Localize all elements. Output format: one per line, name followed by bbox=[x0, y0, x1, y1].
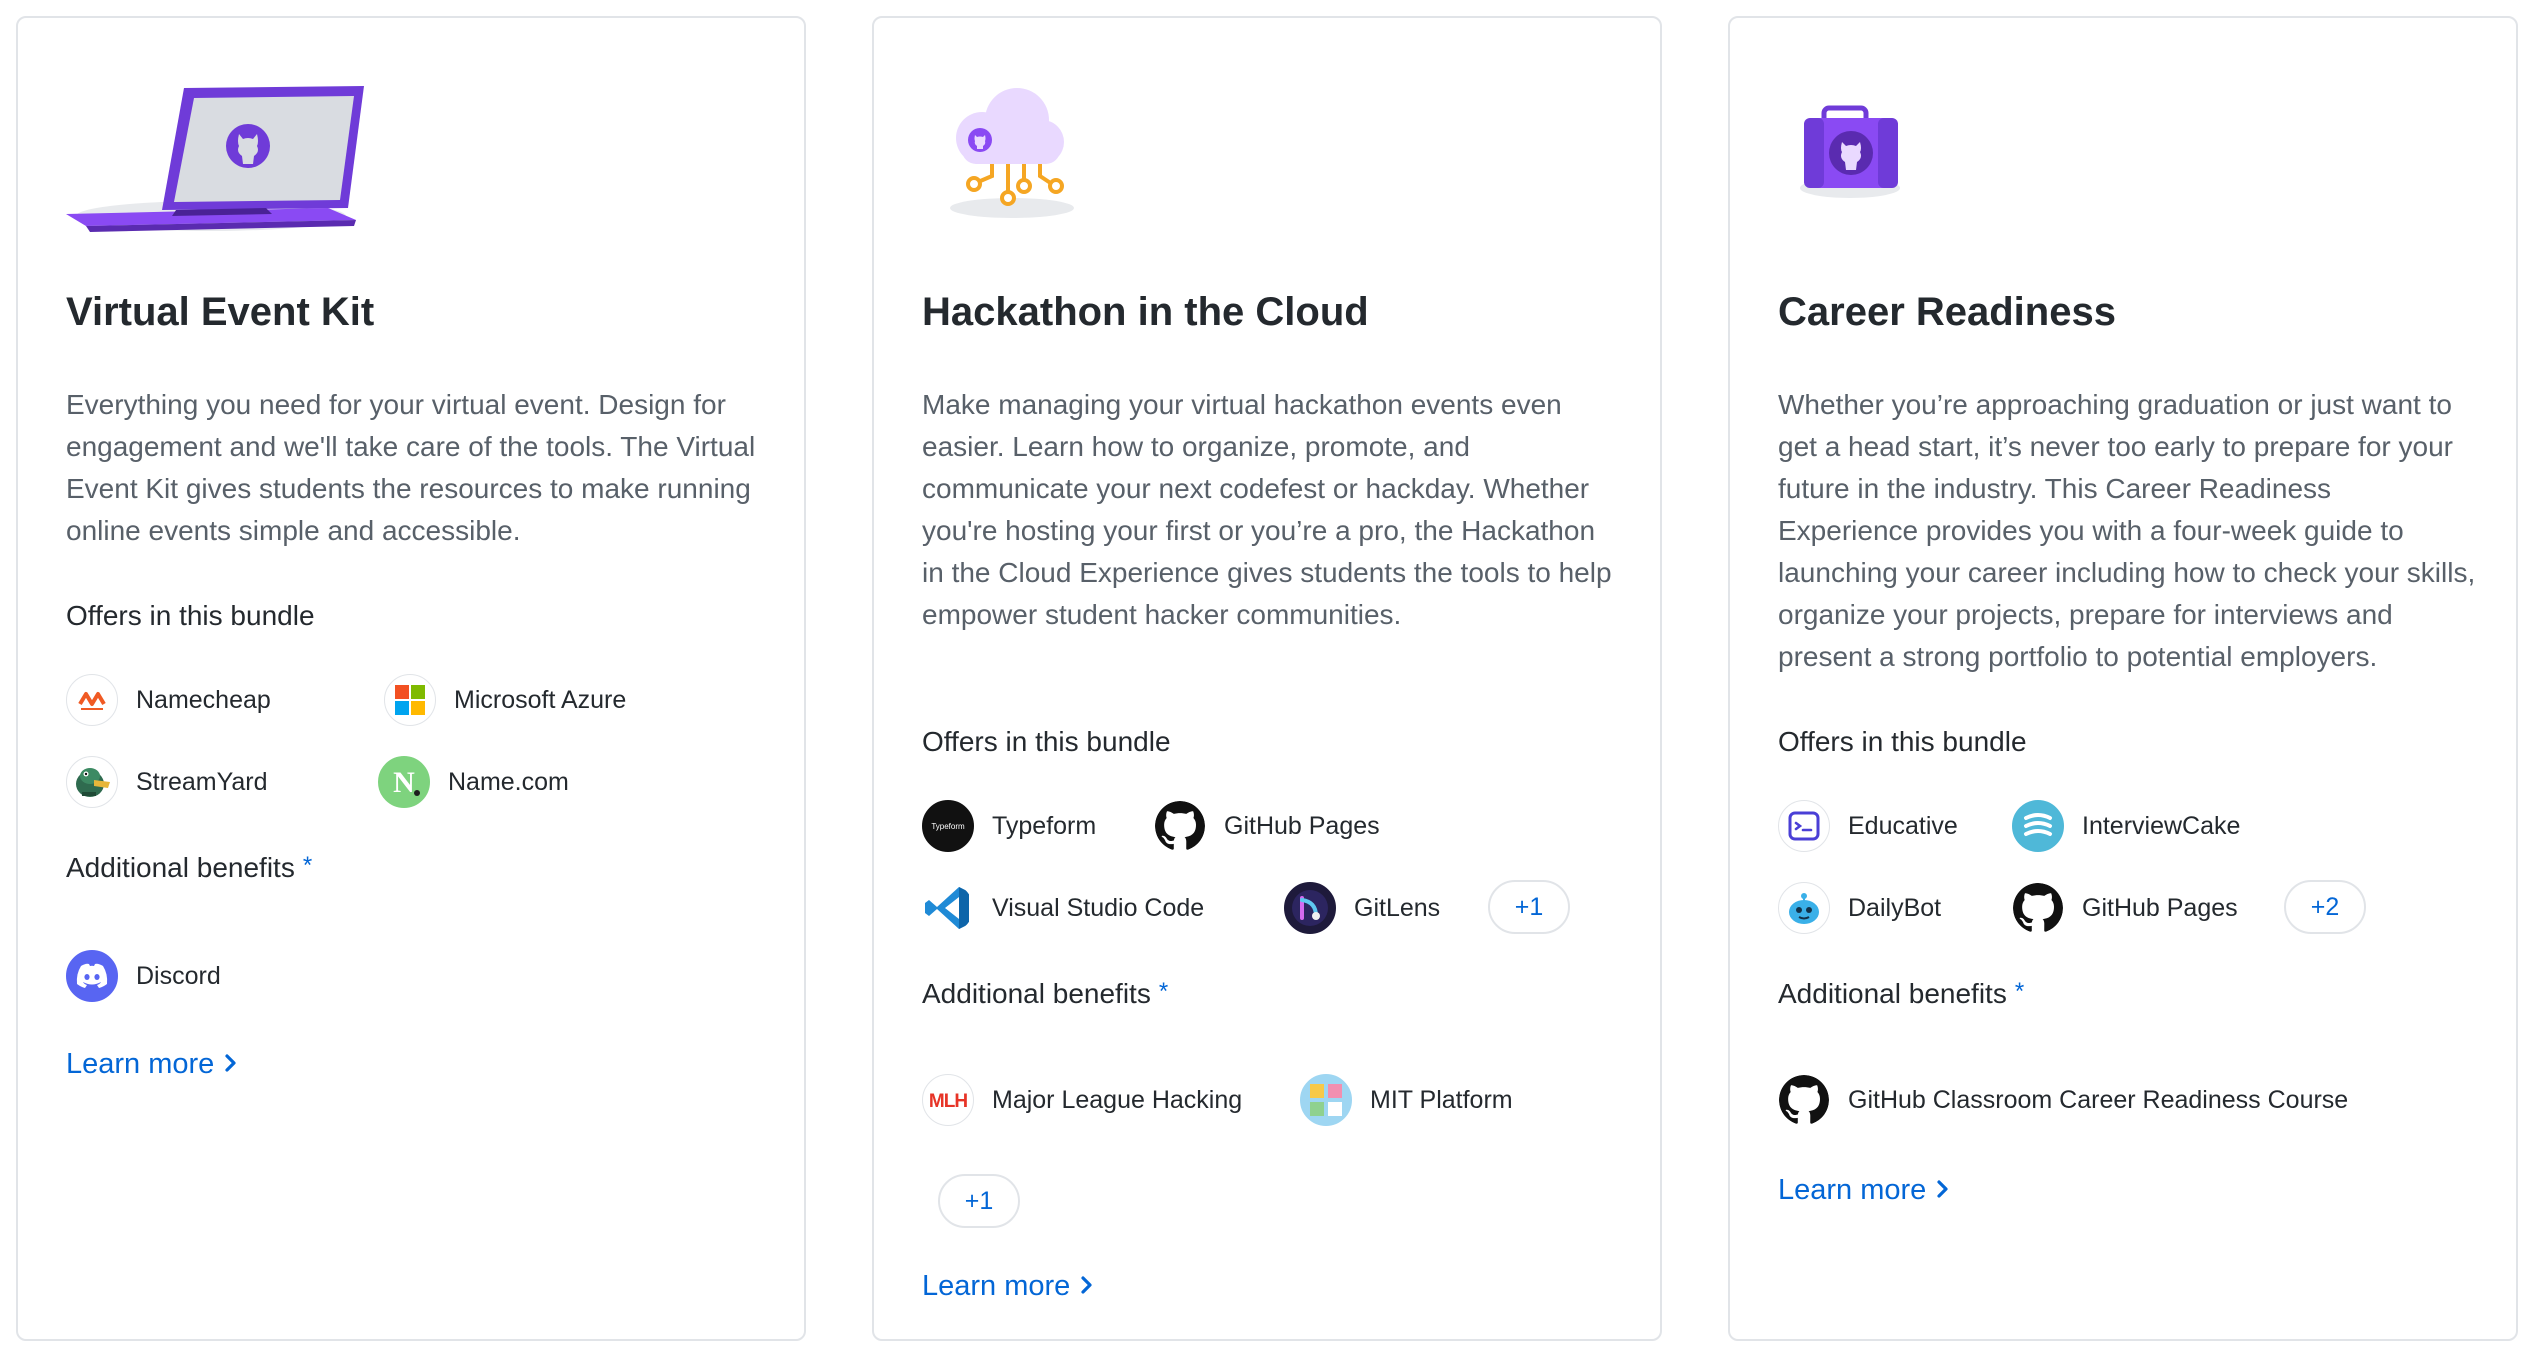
offer-name: GitHub Classroom Career Readiness Course bbox=[1848, 1085, 2349, 1114]
svg-text:N: N bbox=[393, 766, 415, 799]
microsoft-logo-icon bbox=[384, 674, 436, 726]
benefits-label: Additional benefits * bbox=[922, 978, 1168, 1010]
offer-name: GitLens bbox=[1354, 893, 1441, 922]
benefits-asterisk: * bbox=[1158, 978, 1169, 1005]
offer-interviewcake[interactable]: InterviewCake bbox=[2012, 798, 2240, 854]
offer-name: Discord bbox=[136, 961, 221, 990]
interviewcake-logo-icon bbox=[2012, 800, 2064, 852]
benefits-asterisk: * bbox=[2014, 978, 2025, 1005]
offer-name: GitHub Pages bbox=[1224, 811, 1380, 840]
namecom-logo-icon: N bbox=[378, 756, 430, 808]
learn-more-text: Learn more bbox=[1778, 1174, 1927, 1206]
discord-logo-icon bbox=[66, 950, 118, 1002]
cloud-illustration bbox=[922, 58, 1222, 238]
card-description: Make managing your virtual hackathon eve… bbox=[922, 389, 1612, 630]
benefits-more-button[interactable]: +1 bbox=[938, 1174, 1020, 1228]
offers-label: Offers in this bundle bbox=[66, 600, 315, 631]
mit-platform-logo-icon bbox=[1300, 1074, 1352, 1126]
learn-more-text: Learn more bbox=[66, 1048, 215, 1080]
offers-label: Offers in this bundle bbox=[1778, 726, 2027, 757]
offer-name: Microsoft Azure bbox=[454, 685, 627, 714]
offer-name: Namecheap bbox=[136, 685, 271, 714]
offer-name: MIT Platform bbox=[1370, 1085, 1513, 1114]
chevron-right-icon bbox=[1080, 1270, 1094, 1303]
benefit-github-classroom-career-readiness-course[interactable]: GitHub Classroom Career Readiness Course bbox=[1778, 1072, 2348, 1128]
offer-github-pages[interactable]: GitHub Pages bbox=[2012, 880, 2238, 936]
offer-name: Visual Studio Code bbox=[992, 893, 1205, 922]
offer-name: Educative bbox=[1848, 811, 1958, 840]
typeform-logo-text: Typeform bbox=[931, 822, 965, 831]
learn-more-link[interactable]: Learn more bbox=[66, 1048, 238, 1081]
offer-name: InterviewCake bbox=[2082, 811, 2241, 840]
benefits-label-text: Additional benefits bbox=[1778, 978, 2007, 1009]
benefits-label-text: Additional benefits bbox=[66, 852, 295, 883]
card-title: Hackathon in the Cloud bbox=[922, 290, 1369, 334]
offers-label: Offers in this bundle bbox=[922, 726, 1171, 757]
offer-gitlens[interactable]: GitLens bbox=[1284, 880, 1440, 936]
offer-name-com[interactable]: N Name.com bbox=[378, 754, 569, 810]
namecheap-logo-icon bbox=[66, 674, 118, 726]
card-description: Whether you’re approaching graduation or… bbox=[1778, 389, 2476, 672]
card-title: Career Readiness bbox=[1778, 290, 2116, 334]
typeform-logo-icon: Typeform bbox=[922, 800, 974, 852]
chevron-right-icon bbox=[1936, 1174, 1950, 1207]
offer-name: GitHub Pages bbox=[2082, 893, 2238, 922]
benefits-label-text: Additional benefits bbox=[922, 978, 1151, 1009]
offer-educative[interactable]: Educative bbox=[1778, 798, 1958, 854]
streamyard-logo-icon bbox=[66, 756, 118, 808]
benefits-asterisk: * bbox=[302, 852, 313, 879]
laptop-illustration bbox=[66, 58, 366, 238]
offer-github-pages[interactable]: GitHub Pages bbox=[1154, 798, 1380, 854]
offer-namecheap[interactable]: Namecheap bbox=[66, 672, 271, 728]
offer-streamyard[interactable]: StreamYard bbox=[66, 754, 268, 810]
chevron-right-icon bbox=[224, 1048, 238, 1081]
offers-more-button[interactable]: +1 bbox=[1488, 880, 1570, 934]
offer-name: DailyBot bbox=[1848, 893, 1942, 922]
mlh-logo-icon: MLH bbox=[922, 1074, 974, 1126]
learn-more-link[interactable]: Learn more bbox=[922, 1270, 1094, 1303]
benefit-discord[interactable]: Discord bbox=[66, 948, 221, 1004]
mlh-logo-text: MLH bbox=[929, 1091, 967, 1112]
benefit-mit-platform[interactable]: MIT Platform bbox=[1300, 1072, 1513, 1128]
vscode-logo-icon bbox=[922, 882, 974, 934]
offer-name: Name.com bbox=[448, 767, 569, 796]
briefcase-illustration bbox=[1778, 58, 2078, 238]
gitlens-logo-icon bbox=[1284, 882, 1336, 934]
github-logo-icon bbox=[1154, 800, 1206, 852]
offer-name: StreamYard bbox=[136, 767, 268, 796]
benefits-label: Additional benefits * bbox=[1778, 978, 2024, 1010]
bundle-card-career-readiness: Career Readiness Whether you’re approach… bbox=[1728, 16, 2518, 1341]
benefits-label: Additional benefits * bbox=[66, 852, 312, 884]
offers-more-button[interactable]: +2 bbox=[2284, 880, 2366, 934]
offer-dailybot[interactable]: DailyBot bbox=[1778, 880, 1941, 936]
offer-microsoft-azure[interactable]: Microsoft Azure bbox=[384, 672, 626, 728]
offer-name: Typeform bbox=[992, 811, 1097, 840]
github-logo-icon bbox=[2012, 882, 2064, 934]
github-logo-icon bbox=[1778, 1074, 1830, 1126]
offer-typeform[interactable]: Typeform Typeform bbox=[922, 798, 1096, 854]
card-description: Everything you need for your virtual eve… bbox=[66, 389, 756, 546]
educative-logo-icon bbox=[1778, 800, 1830, 852]
offer-name: Major League Hacking bbox=[992, 1085, 1243, 1114]
benefit-major-league-hacking[interactable]: MLH Major League Hacking bbox=[922, 1072, 1242, 1128]
offer-visual-studio-code[interactable]: Visual Studio Code bbox=[922, 880, 1204, 936]
bundle-card-virtual-event-kit: Virtual Event Kit Everything you need fo… bbox=[16, 16, 806, 1341]
card-title: Virtual Event Kit bbox=[66, 290, 375, 334]
dailybot-logo-icon bbox=[1778, 882, 1830, 934]
learn-more-text: Learn more bbox=[922, 1270, 1071, 1302]
bundle-card-hackathon-in-the-cloud: Hackathon in the Cloud Make managing you… bbox=[872, 16, 1662, 1341]
learn-more-link[interactable]: Learn more bbox=[1778, 1174, 1950, 1207]
